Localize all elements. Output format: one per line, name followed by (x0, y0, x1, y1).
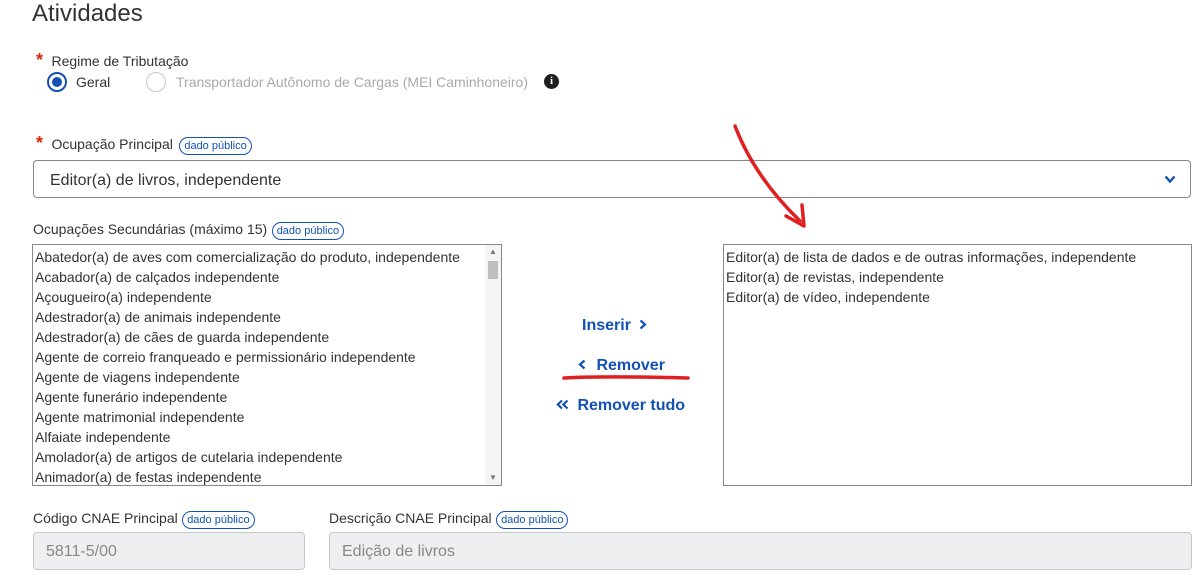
annotation-overlay (562, 124, 806, 380)
annotation-arrow (733, 124, 802, 223)
annotation-underline (562, 375, 690, 380)
